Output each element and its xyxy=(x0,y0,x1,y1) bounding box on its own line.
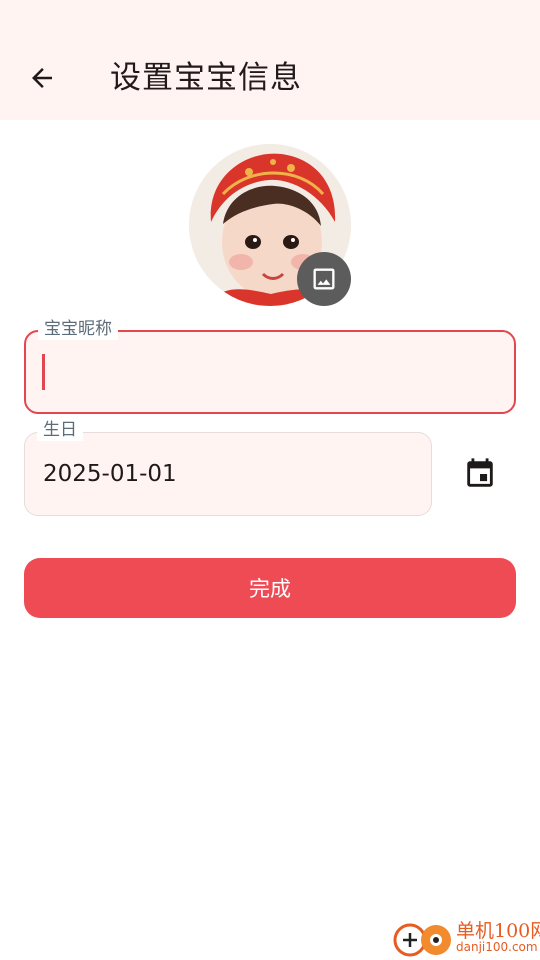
done-button[interactable]: 完成 xyxy=(24,558,516,618)
nickname-label: 宝宝昵称 xyxy=(38,318,118,340)
arrow-left-icon xyxy=(32,68,52,88)
site-watermark: 单机100网 danji100.com xyxy=(392,916,540,960)
watermark-url: danji100.com xyxy=(456,940,538,954)
calendar-icon xyxy=(467,458,493,487)
image-icon xyxy=(313,268,335,290)
nickname-field[interactable]: 宝宝昵称 xyxy=(24,318,516,414)
nickname-input[interactable] xyxy=(44,354,496,394)
birthday-label: 生日 xyxy=(37,419,83,441)
app-bar: 设置宝宝信息 xyxy=(0,0,540,120)
birthday-field[interactable]: 生日 2025-01-01 xyxy=(24,419,432,516)
watermark-name: 单机100网 xyxy=(456,920,540,942)
watermark-logo-icon xyxy=(393,923,451,957)
change-photo-button[interactable] xyxy=(297,252,351,306)
back-button[interactable] xyxy=(20,58,64,98)
page-title: 设置宝宝信息 xyxy=(110,60,302,96)
calendar-button[interactable] xyxy=(456,450,504,498)
text-cursor xyxy=(42,354,45,390)
avatar-container xyxy=(189,144,351,306)
birthday-value: 2025-01-01 xyxy=(43,461,177,487)
